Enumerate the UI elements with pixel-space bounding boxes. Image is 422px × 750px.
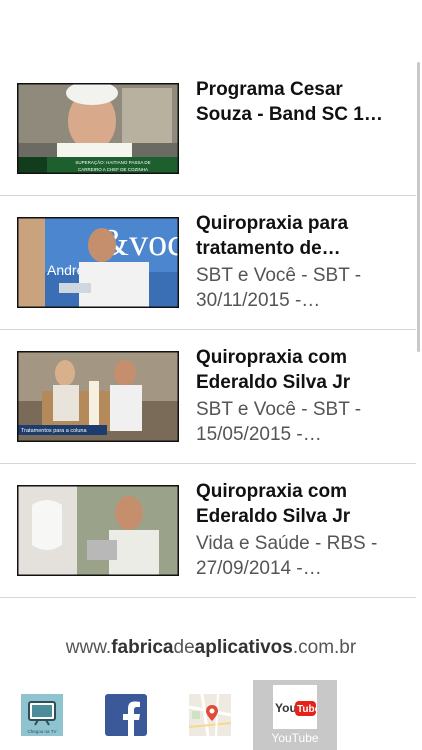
- tab-label: YouTube: [271, 731, 319, 745]
- thumb-caption-line2: CARREIRO A CHEF DE COZINHA: [78, 167, 148, 172]
- video-item[interactable]: Quiropraxia com Ederaldo Silva Jr Vida e…: [0, 464, 416, 598]
- thumb-caption: Tratamentos para a coluna: [21, 428, 87, 434]
- video-subtitle: SBT e Você - SBT - 30/11/2015 -…: [196, 265, 362, 311]
- video-item[interactable]: t&você Andre Quiropraxia para tratamento…: [0, 196, 416, 330]
- footer-url[interactable]: www.fabricadeaplicativos.com.br: [0, 637, 422, 659]
- tab-label: Chegou na TV: [28, 729, 57, 734]
- video-info: Quiropraxia com Ederaldo Silva Jr SBT e …: [196, 345, 408, 447]
- video-item[interactable]: Tratamentos para a coluna Quiropraxia co…: [0, 330, 416, 464]
- video-info: Quiropraxia com Ederaldo Silva Jr Vida e…: [196, 479, 408, 581]
- map-icon: [188, 693, 232, 737]
- url-brand-part1: fabrica: [111, 637, 174, 658]
- svg-text:Andre: Andre: [47, 262, 85, 278]
- video-info: Programa Cesar Souza - Band SC 1…: [196, 77, 408, 129]
- tab-map[interactable]: [168, 680, 252, 750]
- thumb-caption-line1: SUPERAÇÃO: HAITIANO PASSA DE: [75, 159, 150, 165]
- scrollbar[interactable]: [417, 62, 420, 352]
- url-brand-mid: de: [173, 637, 195, 658]
- video-thumbnail[interactable]: [17, 485, 179, 576]
- svg-text:You: You: [275, 701, 297, 715]
- tab-youtube[interactable]: You Tube YouTube: [253, 680, 337, 750]
- tab-bar: Chegou na TV You Tube YouTube: [0, 680, 422, 750]
- video-title: Programa Cesar Souza - Band SC 1…: [196, 79, 383, 125]
- video-thumbnail[interactable]: t&você Andre: [17, 217, 179, 308]
- svg-text:Tube: Tube: [297, 704, 317, 715]
- video-subtitle: Vida e Saúde - RBS - 27/09/2014 -…: [196, 533, 378, 579]
- facebook-icon: [105, 694, 147, 736]
- tab-facebook[interactable]: [84, 680, 168, 750]
- tv-icon: Chegou na TV: [21, 694, 63, 736]
- video-title: Quiropraxia com Ederaldo Silva Jr: [196, 481, 351, 527]
- video-info: Quiropraxia para tratamento de… SBT e Vo…: [196, 211, 408, 313]
- video-list: SUPERAÇÃO: HAITIANO PASSA DE CARREIRO A …: [0, 62, 416, 598]
- video-thumbnail[interactable]: SUPERAÇÃO: HAITIANO PASSA DE CARREIRO A …: [17, 83, 179, 174]
- url-prefix: www.: [65, 637, 112, 658]
- video-subtitle: SBT e Você - SBT - 15/05/2015 -…: [196, 399, 362, 445]
- video-thumbnail[interactable]: Tratamentos para a coluna: [17, 351, 179, 442]
- video-title: Quiropraxia para tratamento de…: [196, 213, 349, 259]
- video-title: Quiropraxia com Ederaldo Silva Jr: [196, 347, 351, 393]
- video-item[interactable]: SUPERAÇÃO: HAITIANO PASSA DE CARREIRO A …: [0, 62, 416, 196]
- tab-chegou-na-tv[interactable]: Chegou na TV: [0, 680, 84, 750]
- url-suffix: .com.br: [292, 637, 357, 658]
- url-brand-part2: aplicativos: [194, 637, 293, 658]
- youtube-icon: You Tube: [273, 685, 317, 729]
